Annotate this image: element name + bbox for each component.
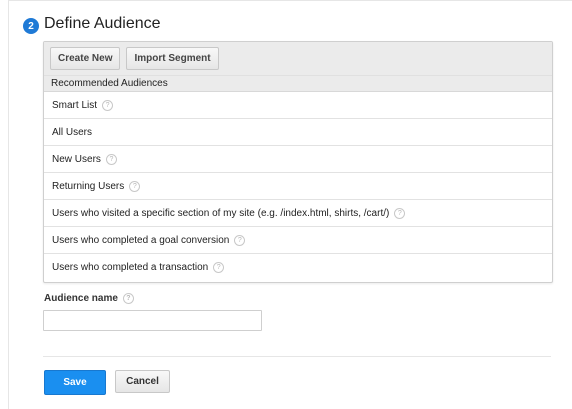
create-new-button[interactable]: Create New bbox=[50, 47, 121, 70]
help-icon[interactable]: ? bbox=[105, 153, 117, 165]
help-icon[interactable]: ? bbox=[102, 99, 114, 111]
save-button[interactable]: Save bbox=[44, 370, 106, 395]
audience-item-visited-section[interactable]: Users who visited a specific section of … bbox=[44, 200, 552, 227]
step-number-badge: 2 bbox=[23, 18, 39, 34]
section-title: Define Audience bbox=[44, 15, 161, 32]
cancel-button[interactable]: Cancel bbox=[115, 370, 170, 393]
audience-item-new-users[interactable]: New Users ? bbox=[44, 146, 552, 173]
audience-item-smart-list[interactable]: Smart List ? bbox=[44, 92, 552, 119]
audience-item-transaction[interactable]: Users who completed a transaction ? bbox=[44, 254, 552, 280]
audience-item-label: Users who completed a goal conversion bbox=[52, 234, 230, 246]
help-icon[interactable]: ? bbox=[129, 180, 141, 192]
audience-item-label: Users who visited a specific section of … bbox=[52, 207, 390, 219]
left-divider bbox=[8, 0, 9, 409]
audience-name-label-row: Audience name ? bbox=[44, 293, 134, 304]
audience-name-label: Audience name bbox=[44, 293, 118, 304]
help-icon[interactable]: ? bbox=[394, 207, 406, 219]
form-divider bbox=[43, 356, 551, 357]
help-icon[interactable]: ? bbox=[234, 234, 246, 246]
audience-item-label: Returning Users bbox=[52, 180, 125, 192]
audience-item-returning-users[interactable]: Returning Users ? bbox=[44, 173, 552, 200]
help-icon[interactable]: ? bbox=[213, 261, 225, 273]
recommended-audiences-header: Recommended Audiences bbox=[44, 76, 552, 92]
audience-item-label: New Users bbox=[52, 153, 101, 165]
audience-item-all-users[interactable]: All Users bbox=[44, 119, 552, 146]
audience-item-goal-conversion[interactable]: Users who completed a goal conversion ? bbox=[44, 227, 552, 254]
audience-item-label: All Users bbox=[52, 126, 93, 138]
help-icon[interactable]: ? bbox=[122, 293, 134, 304]
audience-name-input[interactable] bbox=[43, 310, 262, 331]
top-divider bbox=[8, 0, 572, 1]
audience-item-label: Smart List bbox=[52, 99, 98, 111]
audience-panel: Create New Import Segment Recommended Au… bbox=[43, 41, 553, 283]
import-segment-button[interactable]: Import Segment bbox=[126, 47, 219, 70]
audience-item-label: Users who completed a transaction bbox=[52, 261, 209, 273]
audience-toolbar: Create New Import Segment bbox=[44, 42, 552, 76]
